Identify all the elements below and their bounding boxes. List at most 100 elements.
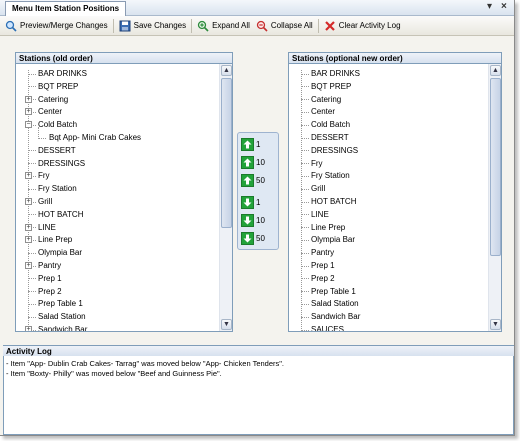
tree-connector [28,291,36,293]
tree-station-item[interactable]: DRESSINGS [38,157,85,170]
tree-station-item[interactable]: Olympia Bar [311,233,355,246]
tree-station-item[interactable]: Sandwich Bar [38,323,87,331]
tree-connector [301,111,309,113]
move-up-1-button[interactable]: 1 [241,137,260,151]
tree-station-item[interactable]: BQT PREP [311,80,351,93]
tree-connector [301,86,309,88]
collapse-node-icon[interactable]: − [25,121,32,129]
tree-station-item[interactable]: BQT PREP [38,80,78,93]
tree-station-item[interactable]: BAR DRINKS [38,67,87,80]
arrow-up-icon [241,137,254,151]
toolbar: Preview/Merge Changes Save Changes Expan… [0,16,514,36]
tree-station-item[interactable]: HOT BATCH [311,195,356,208]
close-icon[interactable]: × [501,0,507,14]
tree-station-item[interactable]: Fry Station [38,182,77,195]
scroll-up-icon[interactable]: ▲ [490,65,501,76]
move-down-50-button[interactable]: 50 [241,231,265,245]
move-up-10-button[interactable]: 10 [241,155,265,169]
tree-station-item[interactable]: Cold Batch [38,118,77,131]
tree-station-item[interactable]: Fry [38,169,50,182]
tree-station-item[interactable]: SAUCES [311,323,344,331]
tree-station-item[interactable]: Pantry [311,246,334,259]
collapse-all-button[interactable]: Collapse All [253,17,316,35]
tree-station-item[interactable]: Prep 1 [311,259,335,272]
expand-node-icon[interactable]: + [25,236,32,244]
activity-log[interactable]: - Item "App- Dublin Crab Cakes- Tarrag" … [3,356,514,435]
tree-station-item[interactable]: Grill [311,182,325,195]
tree-station-item[interactable]: Grill [38,195,52,208]
magnifier-icon [5,20,17,32]
window-title-tab[interactable]: Menu Item Station Positions [5,1,127,16]
new-order-tree[interactable]: ▲ ▼ BAR DRINKS BQT PREP Catering Center Cold… [288,64,502,332]
tree-station-item[interactable]: Catering [311,93,341,106]
tree-connector [28,73,36,75]
scroll-thumb[interactable] [490,78,501,256]
move-up-50-button[interactable]: 50 [241,173,265,187]
old-order-tree[interactable]: ▲ ▼ BAR DRINKS BQT PREP + Catering + Center − C… [15,64,233,332]
tree-station-item[interactable]: Sandwich Bar [311,310,360,323]
tree-connector [301,329,309,331]
move-down-10-button[interactable]: 10 [241,213,265,227]
tree-station-item[interactable]: Prep Table 1 [38,297,83,310]
new-order-panel-title: Stations (optional new order) [288,52,502,64]
tree-connector [301,73,309,75]
tree-station-item[interactable]: Pantry [38,259,61,272]
move-step-label: 10 [256,157,265,167]
tree-connector [28,150,36,152]
save-disk-icon [119,20,131,31]
scroll-down-icon[interactable]: ▼ [490,319,501,330]
pin-icon[interactable]: ▾ [487,0,492,14]
expand-node-icon[interactable]: + [25,108,32,116]
scroll-down-icon[interactable]: ▼ [221,319,232,330]
arrow-up-icon [241,173,254,187]
tree-station-item[interactable]: Line Prep [311,221,345,234]
tree-connector [28,86,36,88]
tree-station-item[interactable]: Line Prep [38,233,72,246]
scroll-up-icon[interactable]: ▲ [221,65,232,76]
tree-station-item[interactable]: Cold Batch [311,118,350,131]
clear-activity-log-button[interactable]: Clear Activity Log [321,17,404,35]
tree-station-item[interactable]: BAR DRINKS [311,67,360,80]
tree-station-item[interactable]: DRESSINGS [311,144,358,157]
tree-connector [301,227,309,229]
save-changes-button[interactable]: Save Changes [116,17,189,35]
arrow-down-icon [241,213,254,227]
tree-connector [301,252,309,254]
expand-node-icon[interactable]: + [25,172,32,180]
tree-station-item[interactable]: Fry [311,157,323,170]
new-order-scrollbar[interactable]: ▲ ▼ [488,64,501,331]
tree-station-item[interactable]: HOT BATCH [38,208,83,221]
tree-station-item[interactable]: Fry Station [311,169,350,182]
tree-station-item[interactable]: Center [311,105,335,118]
collapse-all-label: Collapse All [270,21,313,30]
expand-node-icon[interactable]: + [25,326,32,331]
tree-station-item[interactable]: DESSERT [38,144,76,157]
tree-connector [301,201,309,203]
tree-station-item[interactable]: Prep 2 [311,272,335,285]
tree-station-item[interactable]: Center [38,105,62,118]
expand-node-icon[interactable]: + [25,95,32,103]
move-down-1-button[interactable]: 1 [241,195,260,209]
preview-merge-button[interactable]: Preview/Merge Changes [2,17,111,35]
tree-station-item[interactable]: LINE [311,208,329,221]
expand-node-icon[interactable]: + [25,198,32,205]
tree-station-item[interactable]: LINE [38,221,56,234]
expand-node-icon[interactable]: + [25,223,32,231]
tree-station-item[interactable]: DESSERT [311,131,349,144]
tree-station-item[interactable]: Prep 1 [38,272,62,285]
expand-node-icon[interactable]: + [25,262,32,269]
red-x-icon [324,20,335,31]
tree-station-item[interactable]: Prep 2 [38,285,62,298]
scroll-thumb[interactable] [221,78,232,228]
tree-station-item[interactable]: Catering [38,93,68,106]
tree-connector [28,278,36,280]
zoom-out-icon [256,20,268,32]
tree-station-item[interactable]: Olympia Bar [38,246,82,259]
toolbar-separator [112,18,114,33]
tree-station-item[interactable]: Salad Station [38,310,86,323]
old-order-scrollbar[interactable]: ▲ ▼ [219,64,232,331]
expand-all-button[interactable]: Expand All [194,17,253,35]
tree-child-item[interactable]: Bqt App- Mini Crab Cakes [49,131,141,144]
tree-station-item[interactable]: Prep Table 1 [311,285,356,298]
tree-station-item[interactable]: Salad Station [311,297,359,310]
